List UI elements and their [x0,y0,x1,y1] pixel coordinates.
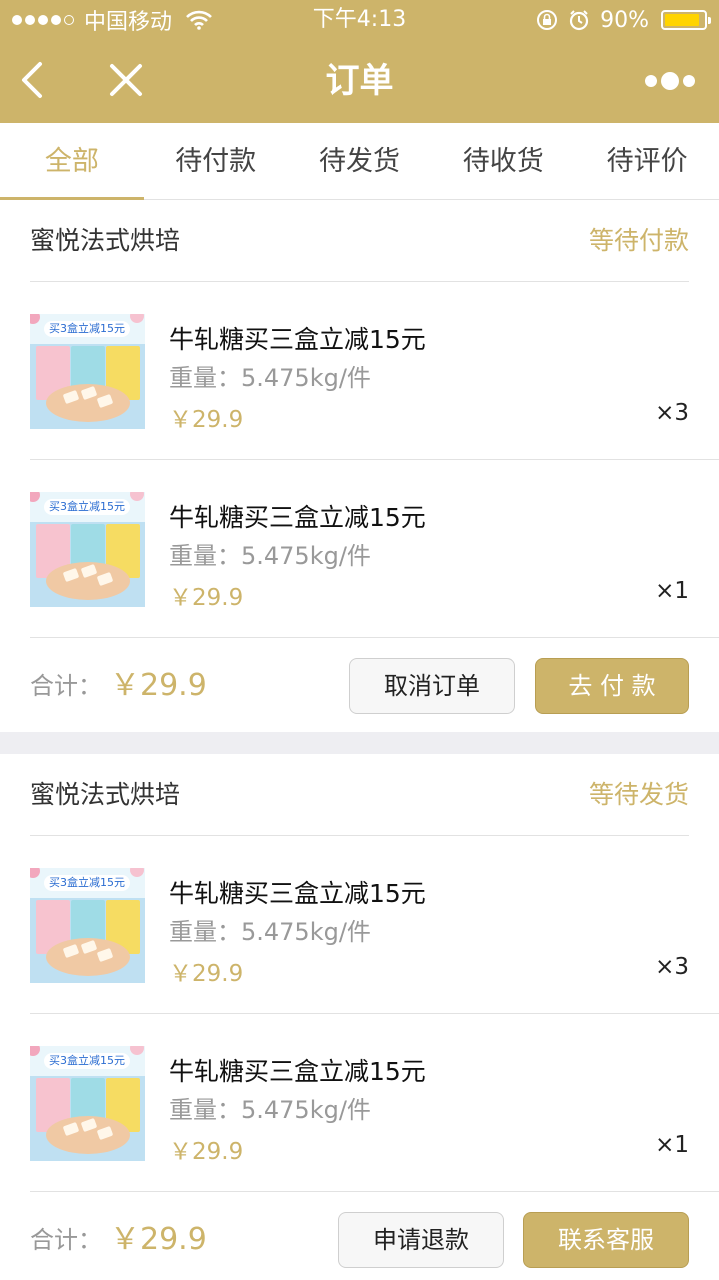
product-weight: 重量：5.475kg/件 [169,364,371,392]
product-price: ￥29.9 [169,961,244,987]
tab-pending-receipt[interactable]: 待收货 [431,123,575,199]
shop-header: 蜜悦法式烘培 等待发货 [30,754,689,836]
order-card: 蜜悦法式烘培 等待付款 买3盒立减15元 牛轧糖买三盒立减15元 重量：5.47… [0,200,719,732]
order-item[interactable]: 买3盒立减15元 牛轧糖买三盒立减15元 重量：5.475kg/件 ￥29.9 … [30,460,719,638]
product-image[interactable]: 买3盒立减15元 [30,868,145,983]
total-label: 合计： [30,672,102,700]
pay-button[interactable]: 去 付 款 [535,658,689,714]
product-price: ￥29.9 [169,1139,244,1165]
order-item[interactable]: 买3盒立减15元 牛轧糖买三盒立减15元 重量：5.475kg/件 ￥29.9 … [30,836,719,1014]
contact-service-button[interactable]: 联系客服 [523,1212,689,1268]
order-tabs: 全部 待付款 待发货 待收货 待评价 [0,123,719,200]
shop-name[interactable]: 蜜悦法式烘培 [30,754,180,836]
shop-header: 蜜悦法式烘培 等待付款 [30,200,689,282]
product-title[interactable]: 牛轧糖买三盒立减15元 [169,1052,426,1088]
product-image[interactable]: 买3盒立减15元 [30,492,145,607]
rotation-lock-icon [537,10,558,30]
image-banner-text: 买3盒立减15元 [44,499,130,515]
nav-bar: 订单 [0,40,719,123]
product-quantity: ×3 [655,954,689,980]
order-status: 等待发货 [588,780,689,809]
battery-level [665,14,700,26]
order-item[interactable]: 买3盒立减15元 牛轧糖买三盒立减15元 重量：5.475kg/件 ￥29.9 … [30,282,719,460]
product-title[interactable]: 牛轧糖买三盒立减15元 [169,320,426,356]
cancel-order-button[interactable]: 取消订单 [349,658,515,714]
battery-icon [661,10,711,30]
total-amount: ￥29.9 [110,668,207,703]
tab-pending-review[interactable]: 待评价 [575,123,719,199]
order-footer: 合计： ￥29.9 申请退款 联系客服 [30,1194,689,1280]
image-banner-text: 买3盒立减15元 [44,321,130,337]
order-status: 等待付款 [588,226,689,255]
product-title[interactable]: 牛轧糖买三盒立减15元 [169,874,426,910]
order-footer: 合计： ￥29.9 取消订单 去 付 款 [30,640,689,732]
tab-pending-shipment[interactable]: 待发货 [288,123,432,199]
product-price: ￥29.9 [169,585,244,611]
order-item[interactable]: 买3盒立减15元 牛轧糖买三盒立减15元 重量：5.475kg/件 ￥29.9 … [30,1014,719,1192]
product-price: ￥29.9 [169,407,244,433]
total-label: 合计： [30,1226,102,1254]
request-refund-button[interactable]: 申请退款 [338,1212,504,1268]
shop-name[interactable]: 蜜悦法式烘培 [30,200,180,282]
product-weight: 重量：5.475kg/件 [169,542,371,570]
page-title: 订单 [325,61,394,101]
product-quantity: ×1 [655,1132,689,1158]
status-right: 90% [536,6,711,34]
product-quantity: ×1 [655,578,689,604]
product-title[interactable]: 牛轧糖买三盒立减15元 [169,498,426,534]
image-banner-text: 买3盒立减15元 [44,1053,130,1069]
order-card: 蜜悦法式烘培 等待发货 买3盒立减15元 牛轧糖买三盒立减15元 重量：5.47… [0,754,719,1280]
more-dots-icon[interactable] [645,70,695,92]
total-amount: ￥29.9 [110,1222,207,1257]
tab-pending-payment[interactable]: 待付款 [144,123,288,199]
status-bar: 中国移动 下午4:13 90% [0,0,719,40]
battery-percent: 90% [600,7,649,33]
image-banner-text: 买3盒立减15元 [44,875,130,891]
product-weight: 重量：5.475kg/件 [169,918,371,946]
product-image[interactable]: 买3盒立减15元 [30,314,145,429]
product-weight: 重量：5.475kg/件 [169,1096,371,1124]
product-quantity: ×3 [655,400,689,426]
alarm-icon [569,10,589,31]
tab-all[interactable]: 全部 [0,123,144,200]
product-image[interactable]: 买3盒立减15元 [30,1046,145,1161]
